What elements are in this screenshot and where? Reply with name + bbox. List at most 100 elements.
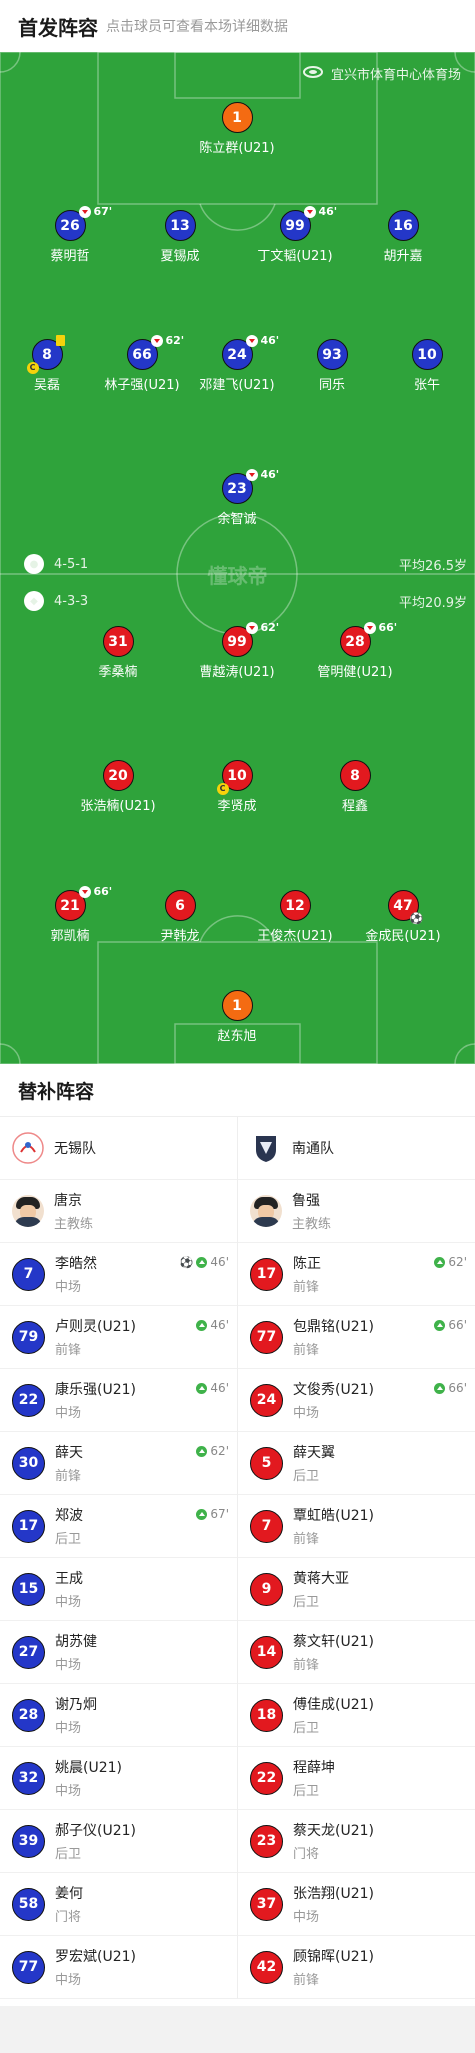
player-away-10[interactable]: 10 C 李贤成 [172,760,302,814]
player-position: 中场 [55,1658,82,1673]
sub-player-row[interactable]: 7 覃虹皓(U21) 前锋 [238,1495,475,1558]
player-away-28[interactable]: 28 66' 管明健(U21) [290,621,420,680]
sub-player-row[interactable]: 24 文俊秀(U21) 中场 66' [238,1369,475,1432]
player-home-1[interactable]: 1 陈立群(U21) [172,102,302,156]
player-number: 8 [42,346,52,363]
player-name: 姜何 [55,1886,83,1902]
coach-name: 鲁强 [292,1193,320,1209]
player-away-6[interactable]: 6 尹韩龙 [115,890,245,944]
player-home-13[interactable]: 13 夏锡成 [115,210,245,264]
player-position: 前锋 [293,1280,320,1295]
sub-player-row[interactable]: 42 顾锦晖(U21) 前锋 [238,1936,475,1999]
sub-player-row[interactable]: 18 傅佳成(U21) 后卫 [238,1684,475,1747]
sub-on-marker: 66' [434,1381,467,1395]
player-name: 顾锦晖(U21) [293,1949,374,1965]
player-position: 后卫 [293,1721,320,1736]
sub-player-row[interactable]: 37 张浩翔(U21) 中场 [238,1873,475,1936]
sub-player-row[interactable]: 22 程薛坤 后卫 [238,1747,475,1810]
home-club-row[interactable]: 无锡队 [0,1117,237,1180]
player-number: 23 [227,480,247,497]
sub-player-row[interactable]: 77 包鼎铭(U21) 前锋 66' [238,1306,475,1369]
player-number: 12 [279,890,311,921]
player-name: 李皓然 [55,1256,97,1272]
player-away-1[interactable]: 1 赵东旭 [172,990,302,1044]
player-home-16[interactable]: 16 胡升嘉 [338,210,468,264]
sub-player-row[interactable]: 58 姜何 门将 [0,1873,237,1936]
player-name: 黄蒋大亚 [293,1571,349,1587]
player-number: 32 [12,1761,45,1795]
player-position: 前锋 [293,1532,320,1547]
sub-player-row[interactable]: 79 卢则灵(U21) 前锋 46' [0,1306,237,1369]
sub-player-row[interactable]: 22 康乐强(U21) 中场 46' [0,1369,237,1432]
player-number: 5 [250,1446,283,1480]
player-number: 77 [250,1320,283,1354]
sub-off-icon [245,621,258,634]
coach-row[interactable]: 唐京 主教练 [0,1180,237,1243]
sub-player-row[interactable]: 39 郝子仪(U21) 后卫 [0,1810,237,1873]
sub-player-row[interactable]: 14 蔡文轩(U21) 前锋 [238,1621,475,1684]
sub-on-icon [196,1382,208,1394]
player-name: 陈正 [293,1256,321,1272]
captain-icon: C [26,362,39,374]
player-name: 胡苏健 [55,1634,97,1650]
coach-avatar [12,1195,44,1227]
sub-player-row[interactable]: 9 黄蒋大亚后卫 [238,1558,475,1621]
player-away-99[interactable]: 99 62' 曹越涛(U21) [172,621,302,680]
player-number: 23 [250,1824,283,1858]
coach-role: 主教练 [292,1217,332,1232]
player-position: 前锋 [293,1343,320,1358]
sub-player-row[interactable]: 5 薛天翼 后卫 [238,1432,475,1495]
sub-player-row[interactable]: 17 陈正 前锋 62' [238,1243,475,1306]
sub-player-row[interactable]: 77 罗宏斌(U21) 中场 [0,1936,237,1999]
sub-on-marker: 67' [196,1507,229,1521]
player-away-31[interactable]: 31 季桑楠 [53,626,183,680]
player-number: 39 [12,1824,45,1858]
player-number: 24 [227,346,247,363]
yellow-card-icon [55,335,65,346]
sub-player-row[interactable]: 15 王成 中场 [0,1558,237,1621]
player-number: 9 [250,1572,283,1606]
player-name: 覃虹皓(U21) [293,1508,374,1524]
coach-role: 主教练 [54,1217,94,1232]
player-position: 后卫 [293,1469,320,1484]
sub-off-icon [245,468,258,481]
sub-player-row[interactable]: 17 郑波 后卫 67' [0,1495,237,1558]
player-home-10[interactable]: 10 张午 [362,339,475,393]
sub-player-row[interactable]: 27 胡苏健 中场 [0,1621,237,1684]
player-number: 1 [221,102,253,133]
coach-name: 唐京 [54,1193,82,1209]
sub-on-marker: 66' [434,1318,467,1332]
coach-row[interactable]: 鲁强 主教练 [238,1180,475,1243]
player-name: 程薛坤 [293,1760,335,1776]
player-number: 18 [250,1698,283,1732]
player-number: 77 [12,1950,45,1984]
player-number: 26 [60,217,80,234]
away-club-row[interactable]: 南通队 [238,1117,475,1180]
player-number: 28 [345,633,365,650]
player-name: 陈立群(U21) [199,141,275,156]
player-away-20[interactable]: 20 张浩楠(U21) [53,760,183,814]
player-position: 中场 [55,1406,82,1421]
sub-player-row[interactable]: 30 薛天 前锋 62' [0,1432,237,1495]
player-position: 后卫 [293,1595,320,1610]
player-number: 10 [227,767,247,784]
sub-player-row[interactable]: 28 谢乃炯 中场 [0,1684,237,1747]
sub-on-marker: 46' [196,1381,229,1395]
player-name: 谢乃炯 [55,1697,97,1713]
player-away-47[interactable]: 47 ⚽ 金成民(U21) [338,890,468,944]
coach-avatar [250,1195,282,1227]
player-number: 58 [12,1887,45,1921]
sub-player-row[interactable]: 23 蔡天龙(U21) 门将 [238,1810,475,1873]
away-team-badge-icon: ◆ [24,591,44,611]
stadium-info: 宜兴市体育中心体育场 [302,64,461,83]
captain-icon: C [216,783,229,795]
sub-off-icon [78,885,91,898]
player-home-23[interactable]: 23 46' 余智诚 [172,468,302,527]
page-subtitle: 点击球员可查看本场详细数据 [106,19,288,35]
sub-player-row[interactable]: 7 李皓然 中场 ⚽ 46' [0,1243,237,1306]
player-name: 蔡天龙(U21) [293,1823,374,1839]
player-away-8[interactable]: 8 程鑫 [290,760,420,814]
sub-off-marker: 46' [245,468,279,481]
player-number: 13 [164,210,196,241]
sub-player-row[interactable]: 32 姚晨(U21) 中场 [0,1747,237,1810]
